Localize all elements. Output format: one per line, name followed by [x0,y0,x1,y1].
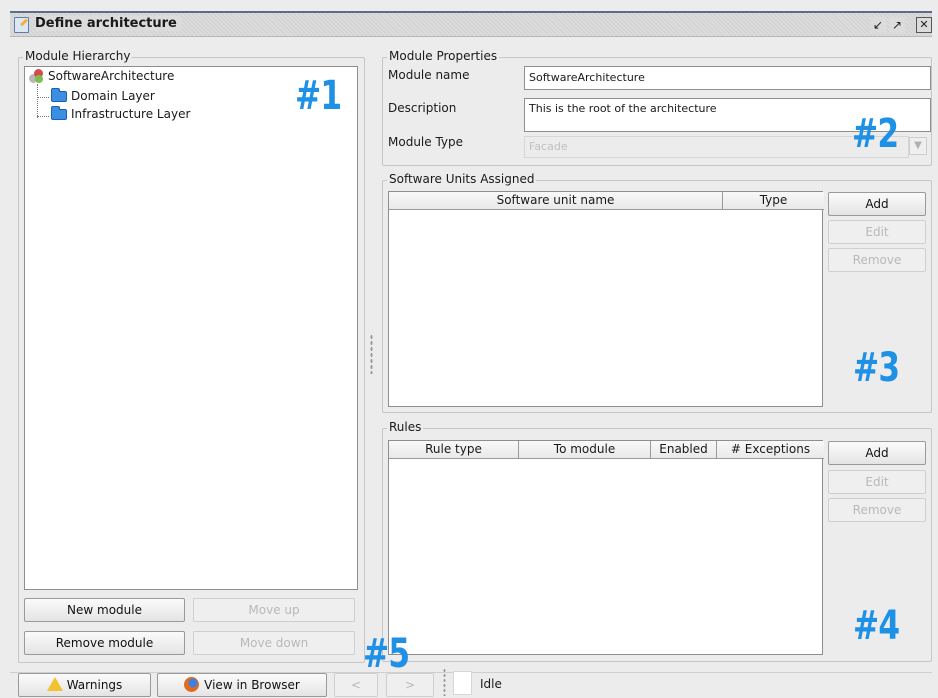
browser-icon [184,677,200,692]
move-down-button[interactable]: Move down [193,631,355,655]
edit-document-icon [14,17,29,33]
remove-software-unit-button[interactable]: Remove [828,248,926,272]
close-icon[interactable]: ✕ [916,17,932,33]
description-label: Description [388,101,457,115]
add-software-unit-button[interactable]: Add [828,192,926,216]
move-up-button[interactable]: Move up [193,598,355,622]
tree-connector [37,97,49,98]
edit-rule-button[interactable]: Edit [828,470,926,494]
new-module-button[interactable]: New module [24,598,185,622]
warning-icon [46,677,63,691]
column-header-enabled[interactable]: Enabled [651,441,717,459]
column-header-to-module[interactable]: To module [519,441,651,459]
edit-software-unit-button[interactable]: Edit [828,220,926,244]
annotation-2: #2 [852,111,899,157]
module-tree[interactable]: SoftwareArchitecture Domain Layer Infras… [24,66,358,590]
remove-module-button[interactable]: Remove module [24,631,185,655]
tree-connector [37,116,49,117]
software-units-table[interactable]: Software unit name Type [388,191,824,407]
maximize-icon[interactable]: ↗ [889,17,905,33]
module-properties-legend: Module Properties [387,49,500,63]
warnings-label: Warnings [66,678,123,692]
window-frame-top [0,0,938,10]
remove-rule-button[interactable]: Remove [828,498,926,522]
window-title: Define architecture [35,16,181,31]
software-units-legend: Software Units Assigned [387,172,537,186]
module-hierarchy-legend: Module Hierarchy [23,49,133,63]
window-frame-right [932,10,938,698]
view-in-browser-label: View in Browser [204,678,300,692]
module-name-label: Module name [388,68,470,82]
module-type-label: Module Type [388,135,464,149]
annotation-5: #5 [363,631,410,677]
module-folder-icon [51,106,67,120]
annotation-4: #4 [853,603,900,649]
column-header-exceptions[interactable]: # Exceptions [717,441,824,459]
chevron-down-icon[interactable]: ▼ [909,137,927,155]
add-rule-button[interactable]: Add [828,441,926,465]
status-bar-divider[interactable] [443,668,446,696]
table-header: Software unit name Type [389,192,824,210]
tree-node-label: Domain Layer [71,89,155,103]
rules-table[interactable]: Rule type To module Enabled # Exceptions [388,440,824,655]
tree-node-label: SoftwareArchitecture [48,69,175,83]
column-header-type[interactable]: Type [723,192,824,210]
warnings-button[interactable]: Warnings [18,673,151,697]
minimize-icon[interactable]: ↙ [870,17,886,33]
annotation-1: #1 [295,73,342,119]
table-header: Rule type To module Enabled # Exceptions [389,441,824,459]
module-name-field[interactable]: SoftwareArchitecture [524,66,931,90]
view-in-browser-button[interactable]: View in Browser [157,673,327,697]
tree-node-label: Infrastructure Layer [71,107,191,121]
column-header-rule-type[interactable]: Rule type [389,441,519,459]
column-header-software-unit-name[interactable]: Software unit name [389,192,723,210]
annotation-3: #3 [853,345,900,391]
status-indicator [453,671,472,695]
status-text: Idle [480,677,502,691]
split-pane-divider[interactable] [370,334,373,374]
module-folder-icon [51,88,67,102]
architecture-root-icon [29,69,44,84]
window-frame-left [0,10,10,698]
tree-connector [37,84,38,118]
window-title-bar: Define architecture ↙ ↗ ✕ [10,11,932,37]
rules-legend: Rules [387,420,424,434]
